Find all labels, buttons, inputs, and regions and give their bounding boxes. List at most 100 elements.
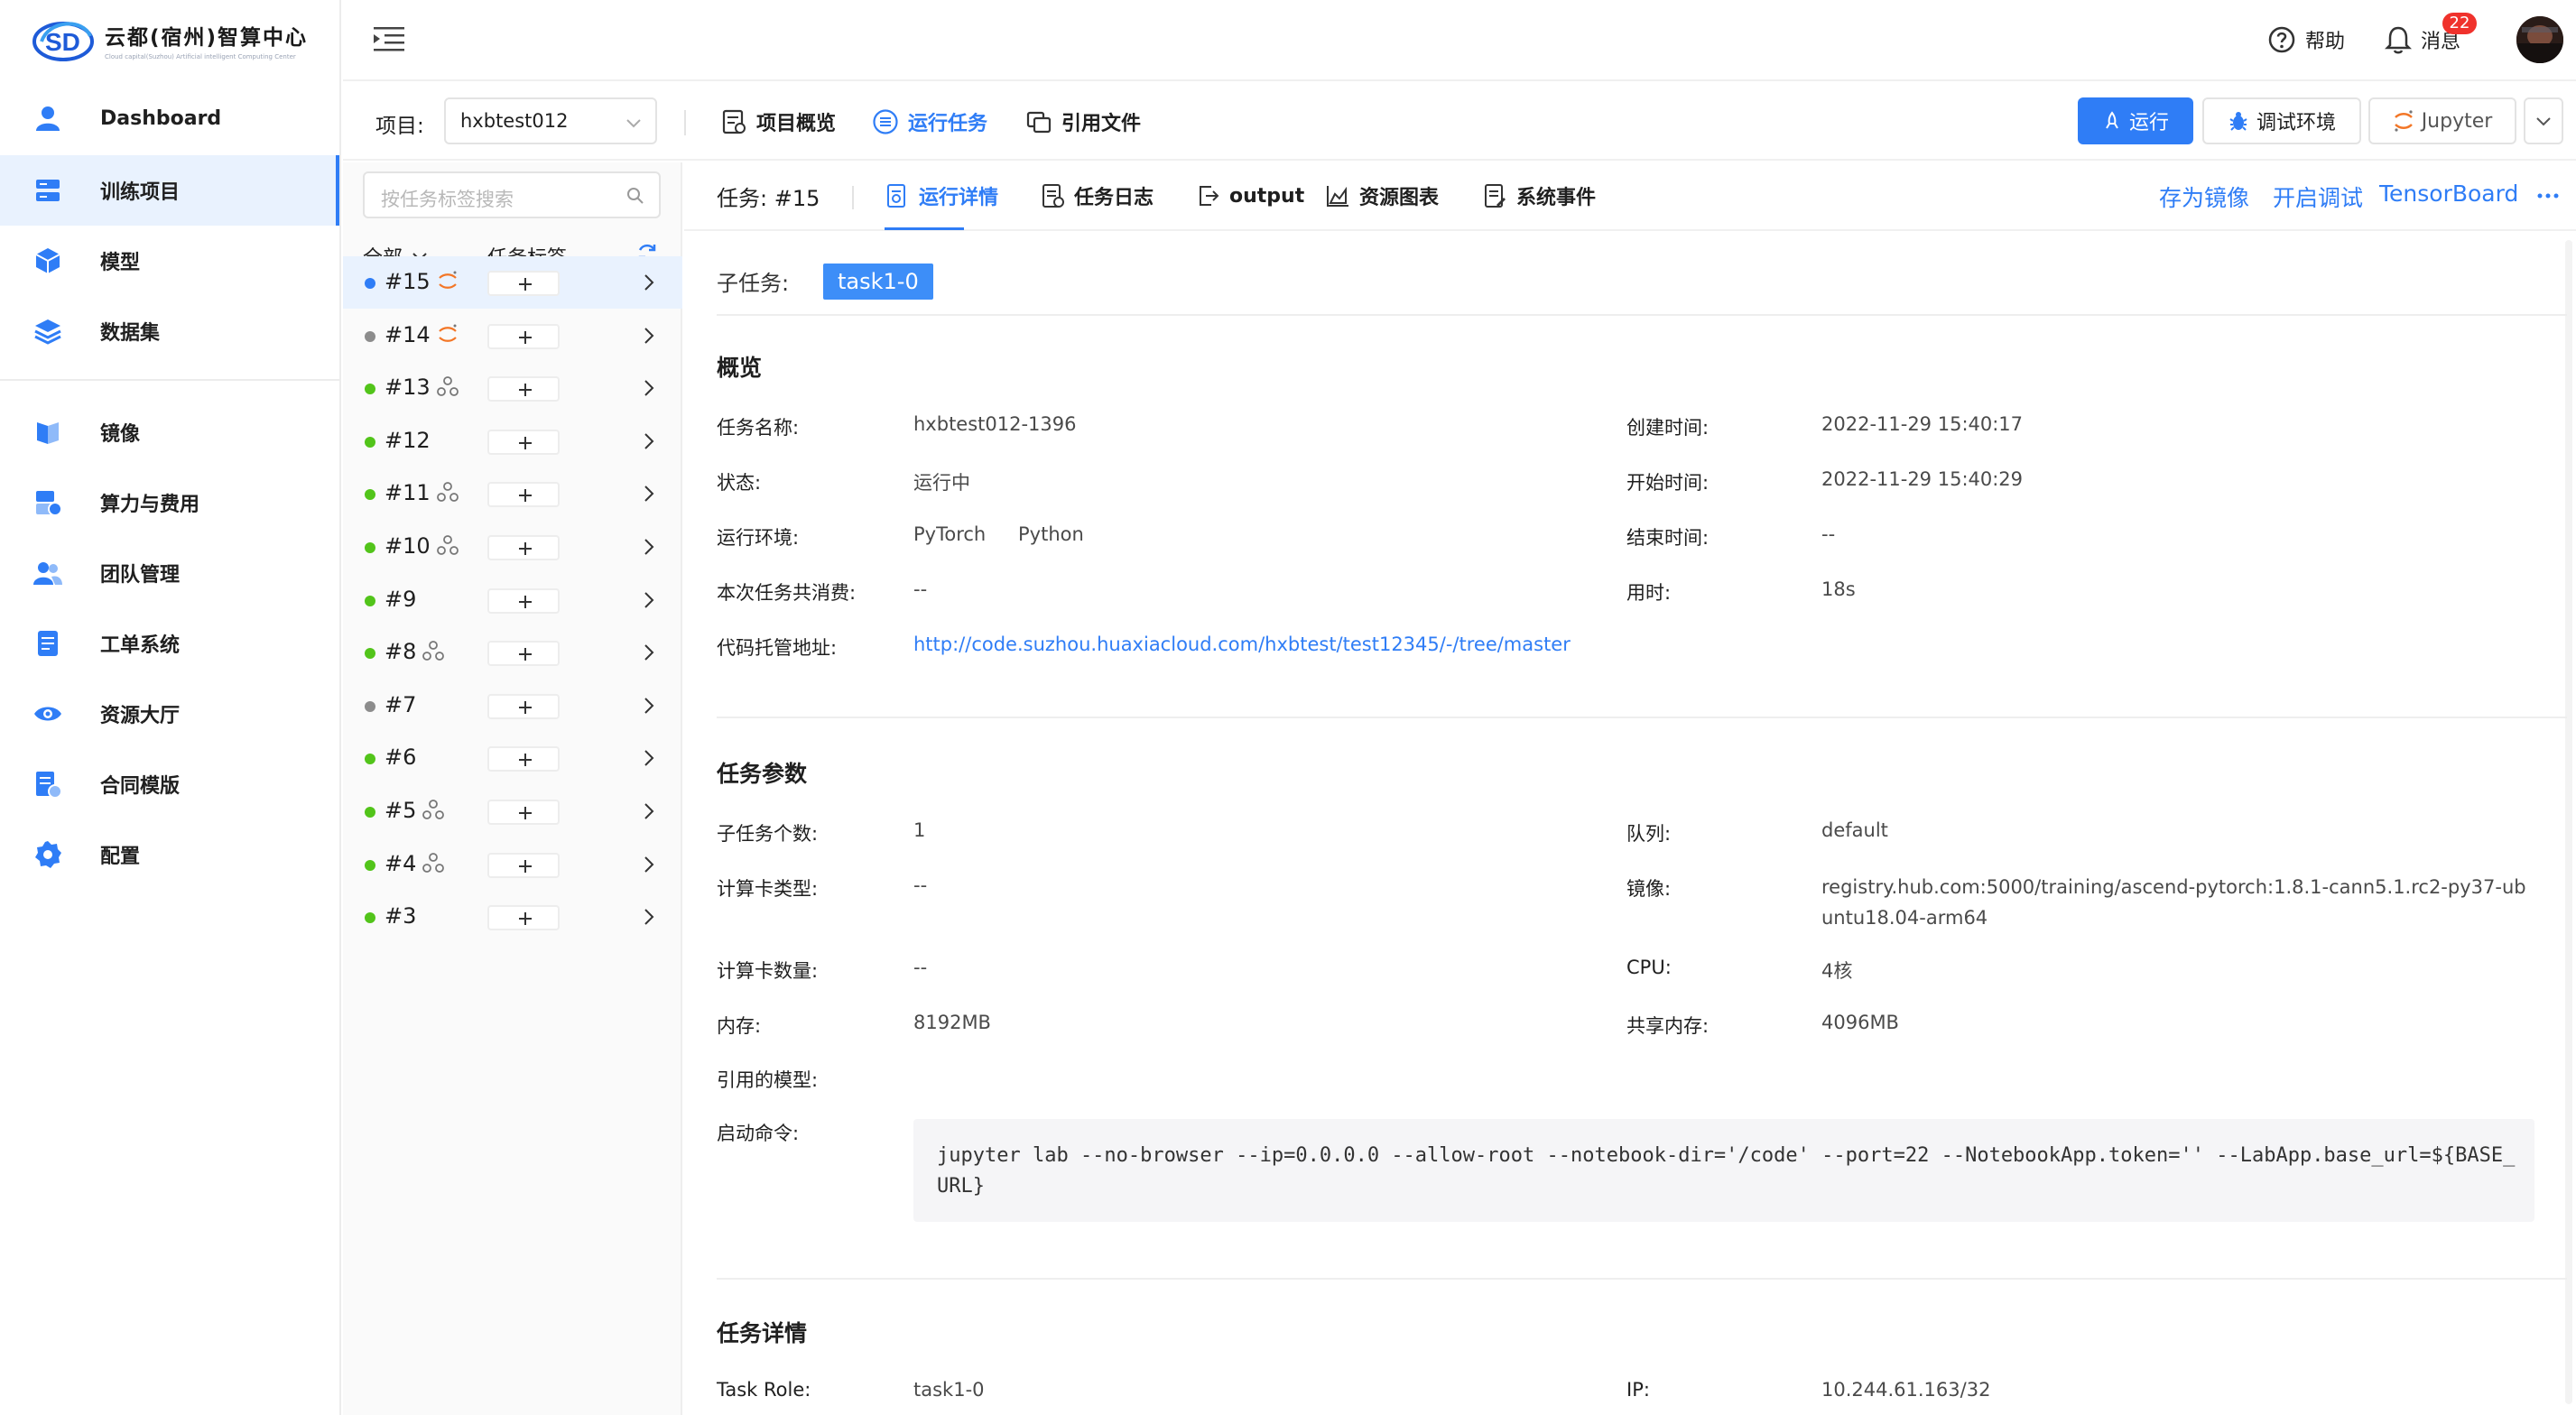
sidebar-item-tickets[interactable]: 工单系统	[0, 608, 339, 679]
divider	[717, 314, 2567, 316]
sidebar-item-team[interactable]: 团队管理	[0, 538, 339, 608]
tab-project-overview[interactable]: 项目概览	[720, 101, 836, 143]
add-tag-button[interactable]	[487, 482, 560, 508]
sidebar-item-resources[interactable]: 资源大厅	[0, 679, 339, 749]
chevron-right-icon[interactable]	[639, 855, 659, 874]
task-row[interactable]: #12	[343, 415, 682, 467]
area-chart-icon	[1327, 186, 1348, 207]
help-link[interactable]: 帮助	[2267, 22, 2345, 58]
jupyter-icon	[2394, 110, 2413, 132]
add-tag-button[interactable]	[487, 746, 560, 772]
chevron-right-icon[interactable]	[639, 326, 659, 346]
tab-running-tasks[interactable]: 运行任务	[872, 101, 987, 143]
task-row[interactable]: #10	[343, 521, 682, 573]
ip-value: 10.244.61.163/32	[1821, 1379, 1991, 1401]
project-select[interactable]: hxbtest012	[444, 97, 657, 144]
task-row[interactable]: #3	[343, 891, 682, 943]
chevron-right-icon[interactable]	[639, 273, 659, 292]
sidebar-item-settings[interactable]: 配置	[0, 819, 339, 890]
jupyter-button[interactable]: Jupyter	[2368, 97, 2516, 144]
task-status-dot	[365, 489, 375, 501]
task-row[interactable]: #13	[343, 362, 682, 414]
task-label: 任务:	[717, 186, 768, 211]
repo-url-link[interactable]: http://code.suzhou.huaxiacloud.com/hxbte…	[913, 634, 1571, 655]
task-row[interactable]: #14	[343, 310, 682, 362]
task-row[interactable]: #15	[343, 256, 682, 309]
billing-icon	[36, 491, 62, 516]
chevron-down-icon	[626, 119, 641, 128]
menu-fold-icon[interactable]	[372, 23, 406, 54]
svg-text:SD: SD	[45, 28, 80, 56]
brand-logo[interactable]: SD 云都(宿州)智算中心 Cloud capital(Suzhou) Arti…	[32, 13, 308, 67]
task-number: #13	[385, 375, 431, 401]
task-row[interactable]: #6	[343, 732, 682, 784]
task-row[interactable]: #11	[343, 467, 682, 520]
sidebar-item-label: 训练项目	[100, 181, 181, 204]
chevron-right-icon[interactable]	[639, 748, 659, 768]
sidebar-item-images[interactable]: 镜像	[0, 397, 339, 467]
chevron-right-icon[interactable]	[639, 431, 659, 451]
task-row[interactable]: #8	[343, 626, 682, 679]
sidebar-item-models[interactable]: 模型	[0, 226, 339, 296]
task-row[interactable]: #7	[343, 680, 682, 732]
task-row[interactable]: #4	[343, 838, 682, 891]
chevron-right-icon[interactable]	[639, 643, 659, 662]
add-tag-button[interactable]	[487, 693, 560, 719]
add-tag-button[interactable]	[487, 905, 560, 931]
add-tag-button[interactable]	[487, 800, 560, 825]
user-avatar[interactable]	[2516, 16, 2563, 63]
task-number: #9	[385, 586, 417, 612]
sidebar-item-datasets[interactable]: 数据集	[0, 296, 339, 366]
task-number: #14	[385, 321, 431, 347]
add-tag-button[interactable]	[487, 376, 560, 402]
tab-referenced-files[interactable]: 引用文件	[1025, 101, 1141, 143]
add-tag-button[interactable]	[487, 323, 560, 349]
scrollbar[interactable]	[2565, 240, 2572, 1404]
chevron-right-icon[interactable]	[639, 378, 659, 398]
sidebar-item-training[interactable]: 训练项目	[0, 155, 339, 226]
chevron-right-icon[interactable]	[639, 484, 659, 504]
chevron-right-icon[interactable]	[639, 537, 659, 557]
chevron-right-icon[interactable]	[639, 907, 659, 927]
sidebar-item-dashboard[interactable]: Dashboard	[0, 83, 339, 153]
divider	[717, 1278, 2567, 1280]
tab-task-logs[interactable]: 任务日志	[1040, 177, 1154, 215]
tab-run-details[interactable]: 运行详情	[885, 177, 998, 215]
sidebar-item-billing[interactable]: 算力与费用	[0, 467, 339, 538]
subtask-chip[interactable]: task1-0	[823, 264, 933, 300]
more-icon[interactable]	[2534, 182, 2562, 209]
more-actions-dropdown[interactable]	[2524, 97, 2563, 144]
start-time-value: 2022-11-29 15:40:29	[1821, 468, 2024, 490]
task-list-panel: 按任务标签搜索 全部 任务标签 #15#14#13#12#11#10#9#8#7…	[343, 162, 682, 1415]
distributed-nodes-icon	[422, 852, 444, 873]
task-search-input[interactable]: 按任务标签搜索	[363, 171, 661, 218]
chevron-right-icon[interactable]	[639, 590, 659, 610]
run-icon	[2106, 111, 2118, 129]
tab-output[interactable]: output	[1195, 177, 1304, 215]
tab-resource-charts[interactable]: 资源图表	[1325, 177, 1439, 215]
save-as-image-link[interactable]: 存为镜像	[2159, 180, 2249, 213]
add-tag-button[interactable]	[487, 429, 560, 455]
task-number: #3	[385, 903, 417, 929]
top-header: 帮助 消息 22	[343, 0, 2576, 81]
add-tag-button[interactable]	[487, 271, 560, 296]
debug-env-button[interactable]: 调试环境	[2202, 97, 2361, 144]
run-button[interactable]: 运行	[2078, 97, 2193, 144]
add-tag-button[interactable]	[487, 535, 560, 560]
chevron-right-icon[interactable]	[639, 801, 659, 821]
sidebar-item-contracts[interactable]: 合同模版	[0, 749, 339, 819]
field-label: Task Role:	[717, 1379, 811, 1401]
task-row[interactable]: #5	[343, 785, 682, 837]
add-tag-button[interactable]	[487, 587, 560, 614]
start-debug-link[interactable]: 开启调试	[2273, 180, 2363, 213]
task-number: #11	[385, 480, 431, 506]
queue-value: default	[1821, 819, 1888, 841]
add-tag-button[interactable]	[487, 641, 560, 667]
tensorboard-link[interactable]: TensorBoard	[2379, 180, 2518, 207]
active-tab-indicator	[885, 227, 964, 230]
task-row[interactable]: #9	[343, 574, 682, 626]
sidebar-item-label: 模型	[100, 252, 141, 274]
add-tag-button[interactable]	[487, 852, 560, 878]
chevron-right-icon[interactable]	[639, 696, 659, 716]
tab-system-events[interactable]: 系统事件	[1482, 177, 1596, 215]
